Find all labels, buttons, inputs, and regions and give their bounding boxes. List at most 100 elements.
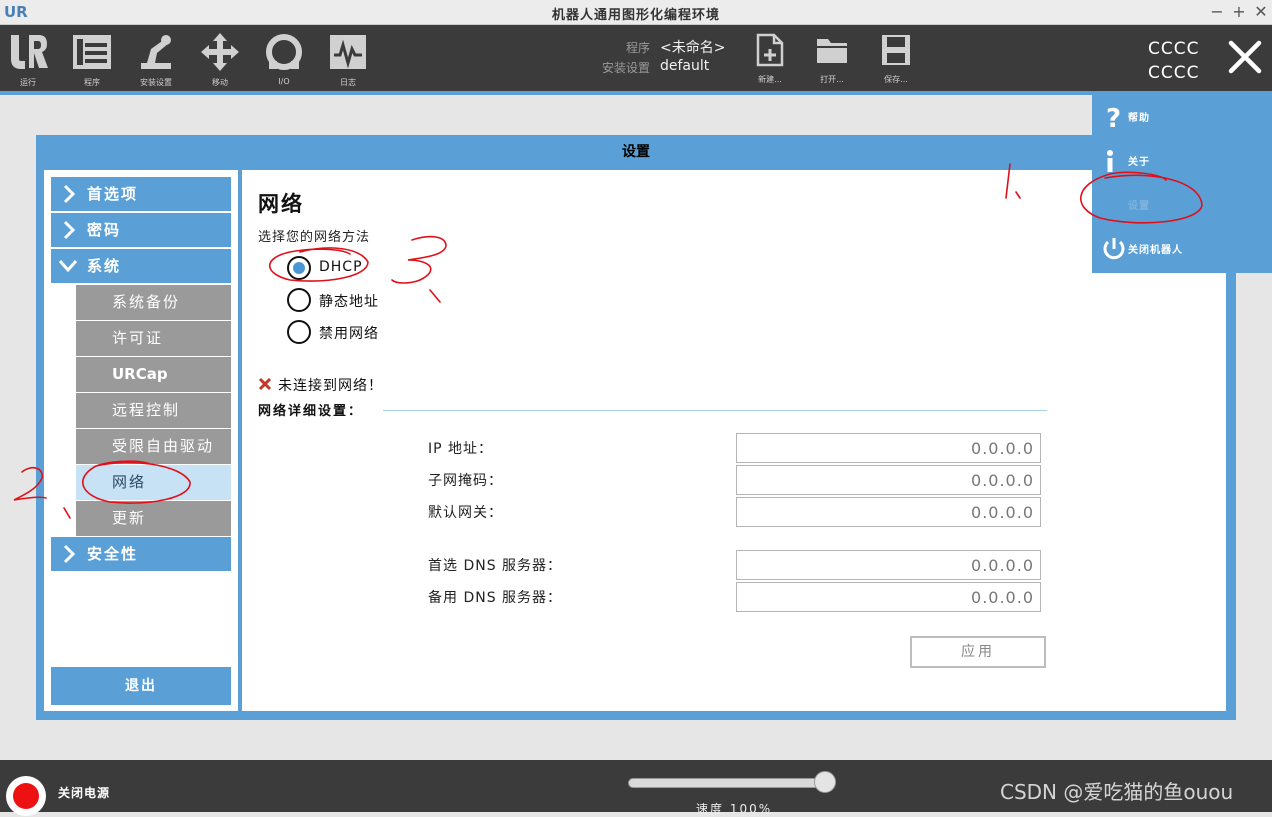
power-off-button[interactable] xyxy=(6,776,46,816)
watermark: CSDN @爱吃猫的鱼ouou xyxy=(1000,780,1234,804)
radio-indicator xyxy=(287,320,311,344)
network-details-heading: 网络详细设置： xyxy=(258,404,364,419)
installation-tab[interactable]: 安装设置 xyxy=(130,31,182,88)
hamburger-menu: ? 帮助 关于 设置 关闭机器人 xyxy=(1092,95,1272,273)
move-tab-label: 移动 xyxy=(212,78,228,87)
menu-item-label: 关闭机器人 xyxy=(1128,245,1183,256)
sidebar-subitem-freedrive[interactable]: 受限自由驱动 xyxy=(76,429,231,464)
menu-item-label: 关于 xyxy=(1128,157,1150,168)
page-title: 网络 xyxy=(258,192,304,216)
accent-band xyxy=(0,91,1272,95)
default-gateway-field[interactable] xyxy=(736,497,1041,527)
divider xyxy=(383,410,1047,411)
speed-slider[interactable] xyxy=(628,778,836,788)
sidebar-subitem-network[interactable]: 网络 xyxy=(76,465,231,500)
subnet-mask-field[interactable] xyxy=(736,465,1041,495)
robot-name: CCCC CCCC xyxy=(1148,37,1199,85)
sidebar-item-security[interactable]: 安全性 xyxy=(51,537,231,571)
window-titlebar: UR 机器人通用图形化编程环境 − + ✕ xyxy=(0,0,1272,25)
sidebar-subitem-license[interactable]: 许可证 xyxy=(76,321,231,356)
chevron-right-icon xyxy=(63,220,76,240)
minimize-button[interactable]: − xyxy=(1208,2,1226,21)
menu-item-label: 帮助 xyxy=(1128,113,1150,124)
dialog-title: 设置 xyxy=(622,144,650,160)
menu-item-label: 设置 xyxy=(1128,201,1150,212)
save-icon xyxy=(882,35,910,65)
menu-close-icon[interactable] xyxy=(1228,40,1262,74)
io-tab-label: I/O xyxy=(278,77,290,86)
menu-item-shutdown-robot[interactable]: 关闭机器人 xyxy=(1092,227,1272,271)
move-tab[interactable]: 移动 xyxy=(194,31,246,88)
installation-name: default xyxy=(660,58,710,74)
ip-address-field[interactable] xyxy=(736,433,1041,463)
robot-name-line1: CCCC xyxy=(1148,39,1200,59)
log-tab[interactable]: 日志 xyxy=(322,31,374,88)
speed-slider-handle[interactable] xyxy=(814,771,836,793)
sidebar-item-preferences[interactable]: 首选项 xyxy=(51,177,231,211)
error-x-icon xyxy=(258,377,272,391)
sidebar-item-system[interactable]: 系统 xyxy=(51,249,231,283)
speed-label: 速度 100% xyxy=(696,802,773,816)
ur-logo-icon xyxy=(11,35,48,69)
program-tab[interactable]: 程序 xyxy=(66,31,118,88)
open-program-label: 打开... xyxy=(820,75,844,84)
window-close-button[interactable]: ✕ xyxy=(1252,2,1270,21)
network-method-label: 选择您的网络方法 xyxy=(258,230,371,245)
save-program-label: 保存... xyxy=(884,75,908,84)
settings-sidebar: 首选项 密码 系统 系统备份 许可证 URCap 远程控制 受限自由驱动 网络 … xyxy=(44,170,238,711)
chevron-right-icon xyxy=(63,184,76,204)
installation-icon xyxy=(141,35,171,69)
sidebar-item-label: 密码 xyxy=(87,221,122,239)
run-tab-label: 运行 xyxy=(20,78,36,87)
open-program-button[interactable]: 打开... xyxy=(806,33,858,85)
primary-dns-label: 首选 DNS 服务器： xyxy=(428,558,563,574)
exit-button[interactable]: 退出 xyxy=(51,667,231,705)
secondary-dns-field[interactable] xyxy=(736,582,1041,612)
log-tab-label: 日志 xyxy=(340,78,356,87)
program-icon xyxy=(73,35,111,69)
settings-dialog: 设置 首选项 密码 系统 系统备份 许可证 URCap 远程控制 受限自由驱动 … xyxy=(36,135,1236,720)
installation-tab-label: 安装设置 xyxy=(140,78,172,87)
radio-label: 静态地址 xyxy=(319,294,379,310)
new-program-label: 新建... xyxy=(758,75,782,84)
chevron-down-icon xyxy=(58,260,78,273)
new-program-button[interactable]: 新建... xyxy=(744,33,796,85)
sidebar-item-label: 安全性 xyxy=(87,545,139,563)
menu-item-about[interactable]: 关于 xyxy=(1092,139,1272,183)
save-program-button[interactable]: 保存... xyxy=(870,33,922,85)
robot-name-line2: CCCC xyxy=(1148,63,1200,83)
radio-label: DHCP xyxy=(319,259,363,275)
radio-selected-indicator xyxy=(287,256,311,280)
move-icon xyxy=(201,33,239,71)
ip-address-label: IP 地址： xyxy=(428,441,494,457)
io-icon xyxy=(266,34,302,70)
sidebar-subitem-update[interactable]: 更新 xyxy=(76,501,231,536)
sidebar-item-label: 系统 xyxy=(87,257,122,275)
power-off-label: 关闭电源 xyxy=(58,786,111,800)
io-tab[interactable]: I/O xyxy=(258,31,310,86)
info-icon xyxy=(1107,150,1113,172)
window-title: 机器人通用图形化编程环境 xyxy=(551,8,720,23)
sidebar-item-password[interactable]: 密码 xyxy=(51,213,231,247)
maximize-button[interactable]: + xyxy=(1230,2,1248,21)
program-key: 程序 xyxy=(625,41,650,55)
power-icon xyxy=(1103,238,1125,260)
secondary-dns-label: 备用 DNS 服务器： xyxy=(428,590,563,606)
menu-item-help[interactable]: ? 帮助 xyxy=(1092,95,1272,139)
program-name: <未命名> xyxy=(660,40,726,56)
apply-button[interactable]: 应用 xyxy=(910,636,1046,668)
sidebar-subitem-urcap[interactable]: URCap xyxy=(76,357,231,392)
svg-text:?: ? xyxy=(1106,104,1121,131)
primary-dns-field[interactable] xyxy=(736,550,1041,580)
folder-icon xyxy=(817,39,847,63)
sidebar-subitem-remote-control[interactable]: 远程控制 xyxy=(76,393,231,428)
log-icon xyxy=(330,35,366,69)
radio-indicator xyxy=(287,288,311,312)
new-file-icon xyxy=(756,33,784,67)
sidebar-item-label: 首选项 xyxy=(87,185,139,203)
sidebar-subitem-backup[interactable]: 系统备份 xyxy=(76,285,231,320)
run-tab[interactable]: 运行 xyxy=(2,31,54,88)
menu-item-settings[interactable]: 设置 xyxy=(1092,183,1272,227)
default-gateway-label: 默认网关： xyxy=(428,505,503,521)
chevron-right-icon xyxy=(63,544,76,564)
